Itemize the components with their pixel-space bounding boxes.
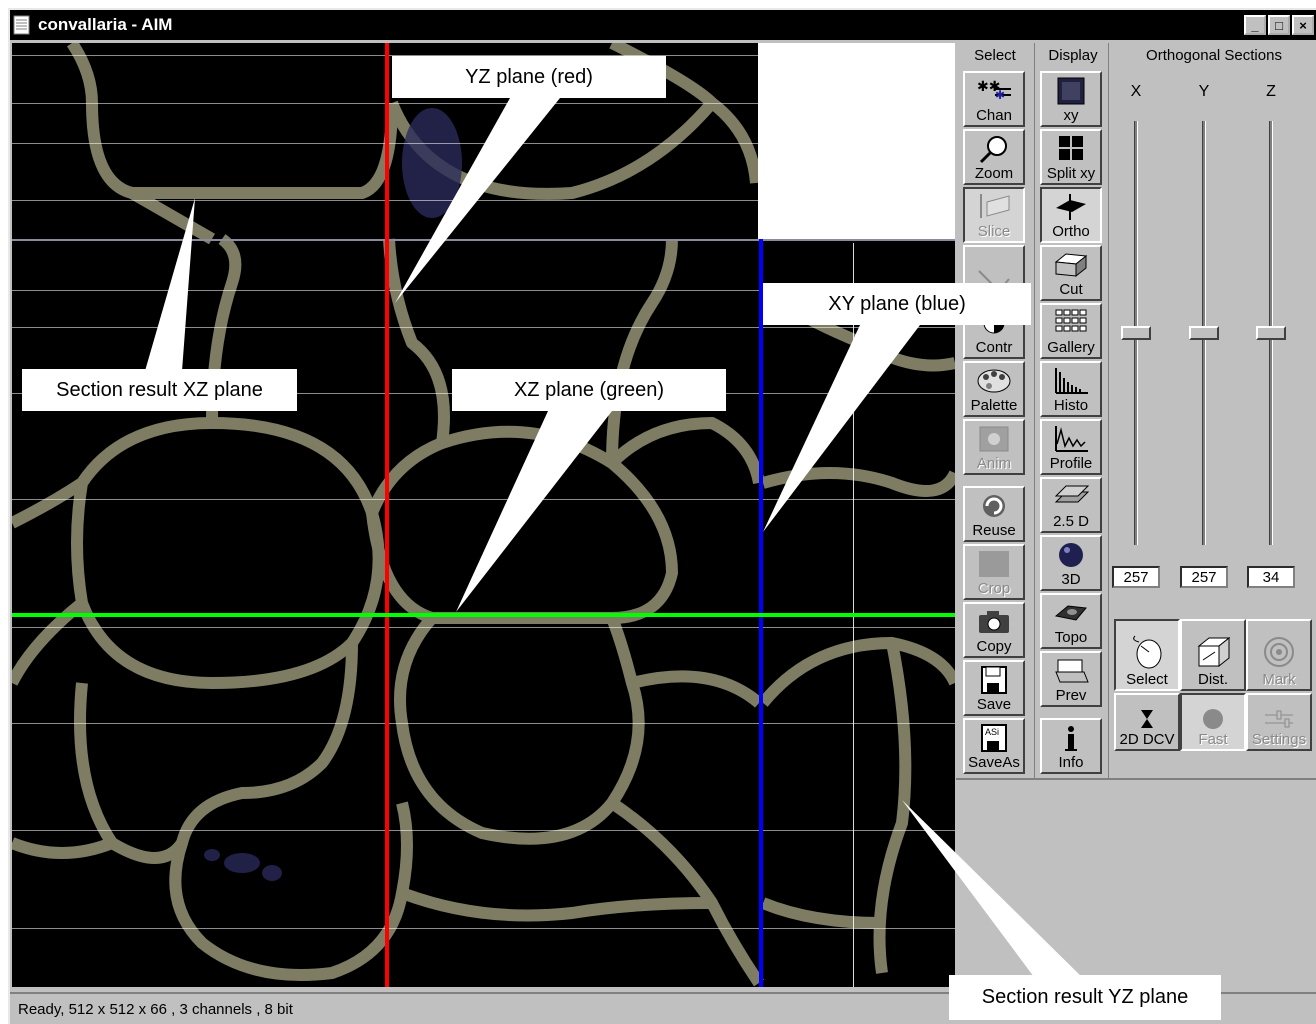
callout-pointers — [145, 98, 1090, 985]
callout-section-xz: Section result XZ plane — [22, 369, 297, 411]
callout-yz-plane: YZ plane (red) — [392, 56, 666, 98]
callout-xz-plane: XZ plane (green) — [452, 369, 726, 411]
callout-xy-plane: XY plane (blue) — [763, 283, 1031, 325]
callout-section-yz: Section result YZ plane — [949, 975, 1221, 1020]
